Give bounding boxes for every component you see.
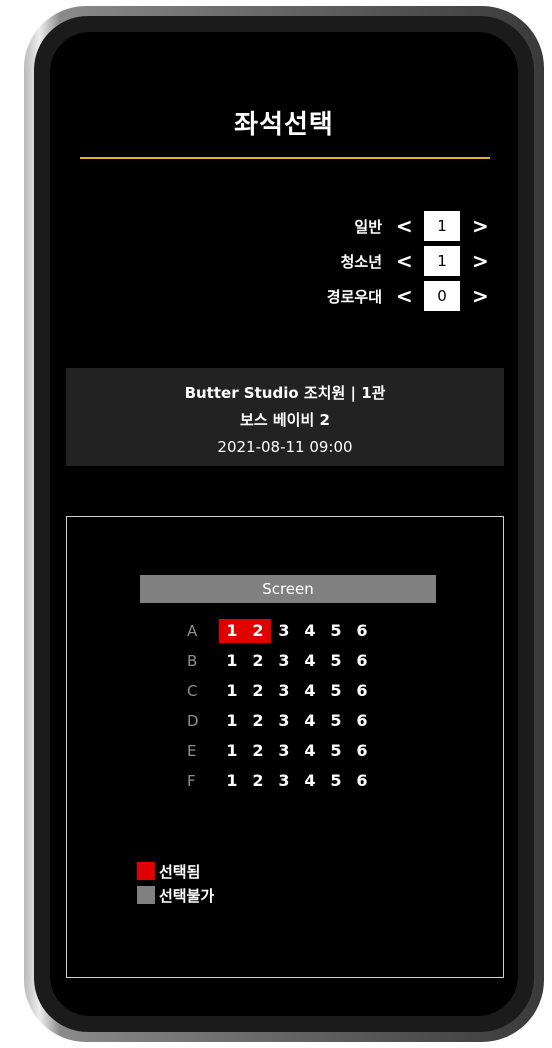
decrease-button[interactable]: < [396,281,413,311]
seat[interactable]: 6 [349,619,375,643]
seat[interactable]: 4 [297,679,323,703]
seat[interactable]: 2 [245,739,271,763]
seat[interactable]: 1 [219,649,245,673]
seat-map-panel: Screen A123456B123456C123456D123456E1234… [66,516,504,978]
ticket-count[interactable]: 1 [424,211,460,241]
row-label: F [187,772,196,790]
seat[interactable]: 2 [245,769,271,793]
seat[interactable]: 3 [271,709,297,733]
legend-label: 선택불가 [159,886,215,905]
seat[interactable]: 5 [323,619,349,643]
seat-row: B 123456 [187,646,375,676]
decrease-button[interactable]: < [396,211,413,241]
legend-item: 선택됨 [137,859,214,883]
seat[interactable]: 3 [271,649,297,673]
ticket-row-senior: 경로우대 < 0 > [326,281,489,311]
seat[interactable]: 3 [271,619,297,643]
phone-frame: 좌석선택 일반 < 1 > 청소년 < 1 > 경로우대 < 0 > Butte… [24,6,544,1042]
decrease-button[interactable]: < [396,246,413,276]
seat[interactable]: 3 [271,739,297,763]
increase-button[interactable]: > [472,281,489,311]
ticket-row-youth: 청소년 < 1 > [340,246,489,276]
seat[interactable]: 5 [323,769,349,793]
theater-name: Butter Studio 조치원 | 1관 [184,384,386,402]
seat[interactable]: 2 [245,709,271,733]
row-label: B [187,652,198,670]
title-divider [80,157,490,159]
seat[interactable]: 3 [271,769,297,793]
legend-label: 선택됨 [159,862,201,881]
app-screen: 좌석선택 일반 < 1 > 청소년 < 1 > 경로우대 < 0 > Butte… [50,32,518,1016]
seat[interactable]: 2 [245,649,271,673]
show-datetime: 2021-08-11 09:00 [217,438,353,456]
increase-button[interactable]: > [472,211,489,241]
seat[interactable]: 3 [271,679,297,703]
legend-swatch [137,886,155,904]
ticket-label: 일반 [354,217,382,236]
seat-row: C 123456 [187,676,375,706]
row-label: E [187,742,197,760]
seat[interactable]: 1 [219,709,245,733]
seat[interactable]: 4 [297,619,323,643]
movie-title: 보스 베이비 2 [240,411,330,429]
seat[interactable]: 6 [349,739,375,763]
seat-row: D 123456 [187,706,375,736]
seat[interactable]: 4 [297,649,323,673]
row-label: D [187,712,199,730]
seat-row: A 123456 [187,616,375,646]
seat[interactable]: 5 [323,709,349,733]
seat[interactable]: 6 [349,709,375,733]
row-label: C [187,682,198,700]
seat-row: F 123456 [187,766,375,796]
seat[interactable]: 6 [349,679,375,703]
seat-selected[interactable]: 2 [245,619,271,643]
seat[interactable]: 5 [323,739,349,763]
seat-legend: 선택됨선택불가 [137,859,214,907]
seat-selected[interactable]: 1 [219,619,245,643]
seat[interactable]: 2 [245,679,271,703]
seat[interactable]: 4 [297,709,323,733]
seat[interactable]: 6 [349,769,375,793]
seat[interactable]: 5 [323,679,349,703]
ticket-count[interactable]: 1 [424,246,460,276]
ticket-row-general: 일반 < 1 > [354,211,489,241]
seat[interactable]: 6 [349,649,375,673]
legend-item: 선택불가 [137,883,214,907]
page-title: 좌석선택 [234,110,334,140]
seat[interactable]: 5 [323,649,349,673]
legend-swatch [137,862,155,880]
seat[interactable]: 1 [219,679,245,703]
seat[interactable]: 1 [219,739,245,763]
screen-indicator: Screen [140,575,436,603]
seat[interactable]: 4 [297,769,323,793]
seat[interactable]: 4 [297,739,323,763]
ticket-label: 청소년 [340,252,382,271]
phone-bezel: 좌석선택 일반 < 1 > 청소년 < 1 > 경로우대 < 0 > Butte… [34,16,534,1032]
seat[interactable]: 1 [219,769,245,793]
ticket-label: 경로우대 [326,287,382,306]
increase-button[interactable]: > [472,246,489,276]
seat-row: E 123456 [187,736,375,766]
seat-grid: A123456B123456C123456D123456E123456F1234… [187,616,375,796]
ticket-count[interactable]: 0 [424,281,460,311]
row-label: A [187,622,198,640]
showing-info-panel: Butter Studio 조치원 | 1관 보스 베이비 2 2021-08-… [66,368,504,466]
